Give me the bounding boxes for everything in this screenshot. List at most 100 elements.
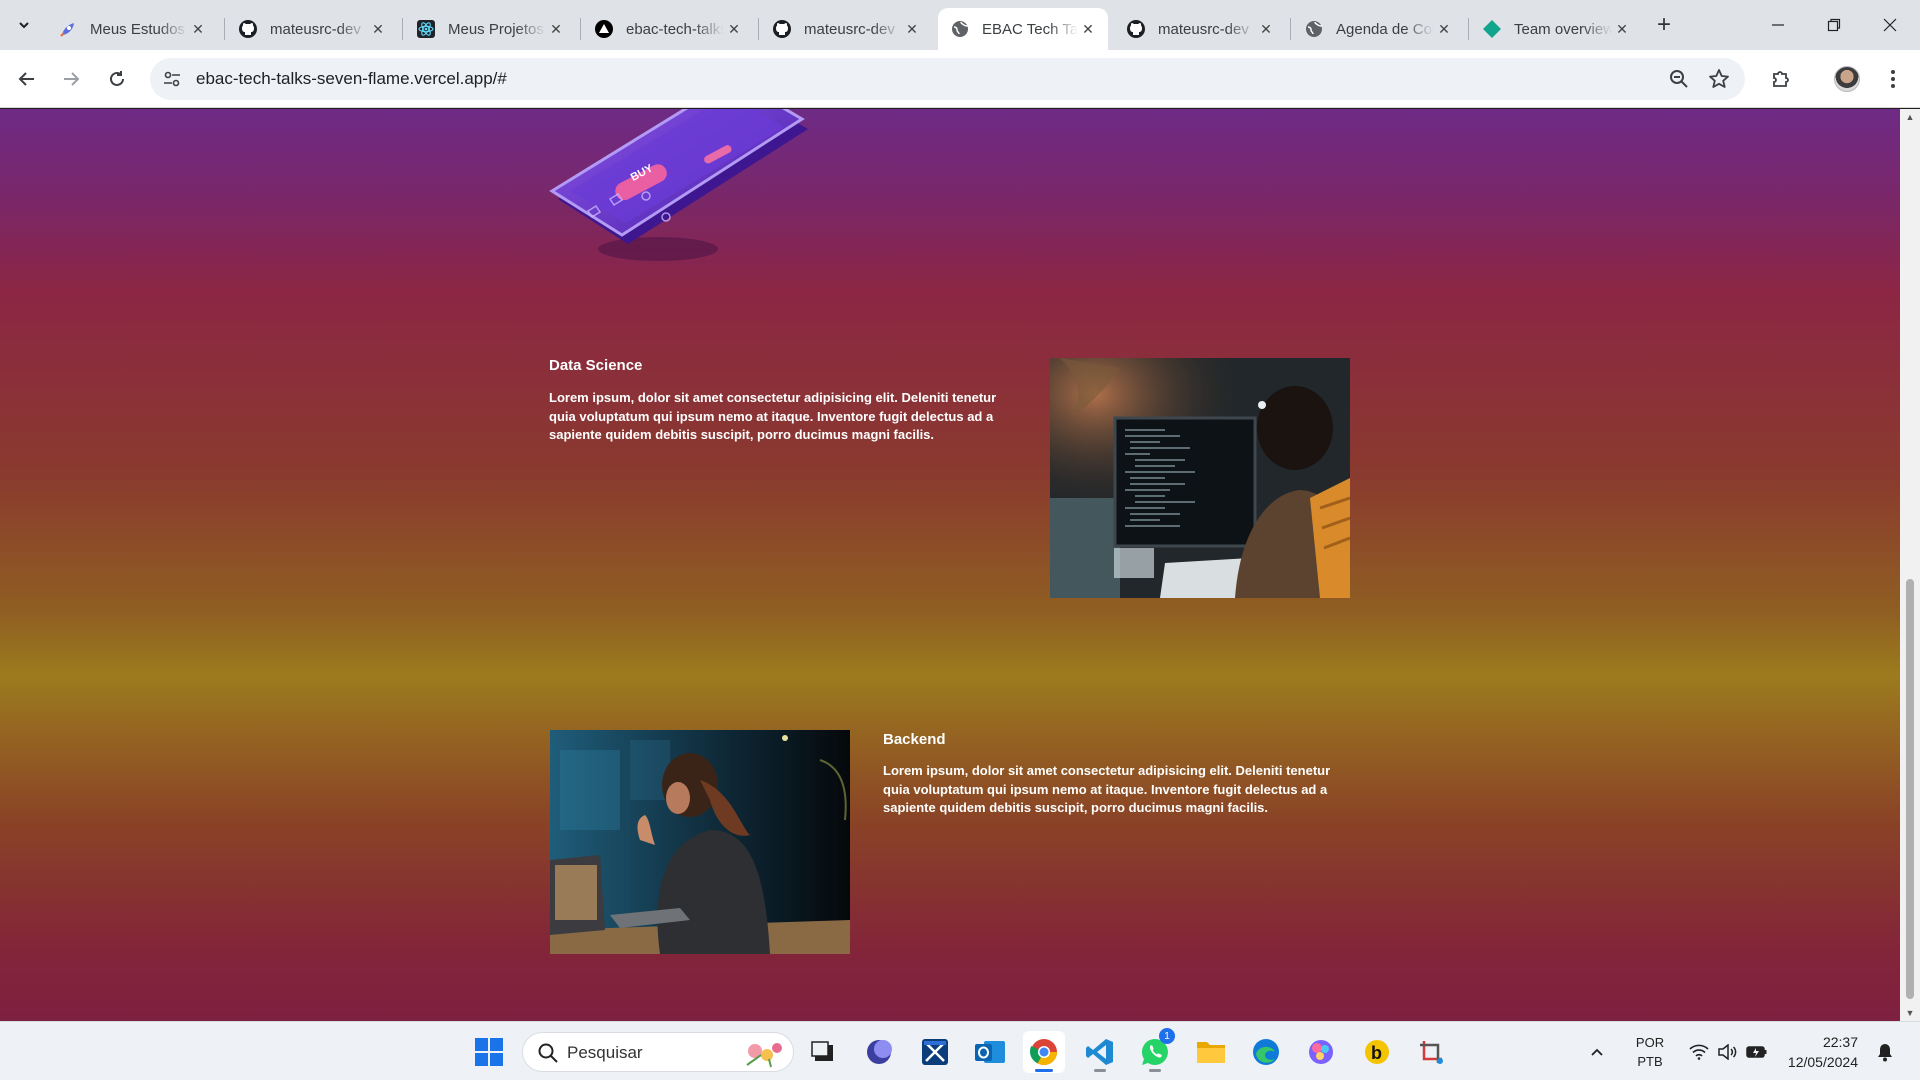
arrow-left-icon bbox=[18, 72, 34, 86]
taskbar-app-b[interactable]: b bbox=[1356, 1031, 1398, 1073]
close-icon[interactable]: ✕ bbox=[1078, 19, 1098, 39]
battery-charging-icon bbox=[1746, 1046, 1767, 1058]
taskbar-app-file-explorer[interactable] bbox=[1190, 1031, 1232, 1073]
reload-button[interactable] bbox=[102, 64, 132, 94]
diamond-icon bbox=[1482, 19, 1502, 39]
clock-date: 12/05/2024 bbox=[1787, 1054, 1858, 1070]
section-text-backend: Lorem ipsum, dolor sit amet consectetur … bbox=[883, 763, 1331, 815]
taskbar-app-snipping[interactable] bbox=[914, 1031, 956, 1073]
taskbar-app-snip-tool[interactable] bbox=[1410, 1031, 1452, 1073]
taskbar-app-whatsapp[interactable]: 1 bbox=[1134, 1028, 1176, 1073]
notifications-button[interactable] bbox=[1872, 1031, 1898, 1073]
taskbar-app-colorful[interactable] bbox=[1300, 1031, 1342, 1073]
tab-meus-estudos[interactable]: Meus Estudos ✕ bbox=[46, 8, 218, 50]
battery-status[interactable] bbox=[1744, 1031, 1770, 1073]
language-line-2: PTB bbox=[1637, 1054, 1663, 1069]
close-icon[interactable]: ✕ bbox=[546, 19, 566, 39]
tab-agenda-de-contatos[interactable]: Agenda de Contatos ✕ bbox=[1292, 8, 1464, 50]
close-icon[interactable]: ✕ bbox=[724, 19, 744, 39]
running-indicator bbox=[1149, 1069, 1161, 1072]
section-title-backend: Backend bbox=[883, 731, 946, 748]
site-info-icon[interactable] bbox=[162, 69, 182, 94]
zoom-icon[interactable] bbox=[1668, 68, 1690, 95]
tab-mateusrc-dev-1[interactable]: mateusrc-dev ✕ bbox=[226, 8, 398, 50]
restore-button[interactable] bbox=[1806, 0, 1862, 50]
taskbar-app-vscode[interactable] bbox=[1079, 1031, 1121, 1073]
scrollbar-thumb[interactable] bbox=[1906, 579, 1914, 999]
close-icon[interactable]: ✕ bbox=[902, 19, 922, 39]
close-icon[interactable]: ✕ bbox=[368, 19, 388, 39]
tab-meus-projetos[interactable]: Meus Projetos ✕ bbox=[404, 8, 576, 50]
wifi-status[interactable] bbox=[1686, 1031, 1712, 1073]
globe-icon bbox=[950, 19, 970, 39]
taskbar-app-moon[interactable] bbox=[858, 1031, 900, 1073]
tab-mateusrc-dev-2[interactable]: mateusrc-dev ✕ bbox=[760, 8, 932, 50]
close-icon[interactable]: ✕ bbox=[188, 19, 208, 39]
volume-status[interactable] bbox=[1714, 1031, 1740, 1073]
bookmark-star-icon[interactable] bbox=[1708, 68, 1730, 95]
scroll-up-arrow-icon[interactable]: ▲ bbox=[1900, 109, 1920, 125]
tab-title: mateusrc-dev bbox=[1158, 20, 1249, 38]
language-line-1: POR bbox=[1635, 1035, 1665, 1050]
close-icon[interactable]: ✕ bbox=[1256, 19, 1276, 39]
vercel-icon bbox=[594, 19, 614, 39]
chevron-up-icon bbox=[1591, 1048, 1603, 1056]
address-bar[interactable]: ebac-tech-talks-seven-flame.vercel.app/# bbox=[150, 58, 1745, 100]
new-tab-button[interactable]: + bbox=[1650, 11, 1678, 39]
tab-title: mateusrc-dev bbox=[270, 20, 361, 38]
arrow-right-icon bbox=[64, 72, 80, 86]
page-scrollbar[interactable]: ▲ ▼ bbox=[1900, 109, 1920, 1021]
profile-avatar[interactable] bbox=[1834, 66, 1860, 92]
globe-icon bbox=[1304, 19, 1324, 39]
minimize-button[interactable] bbox=[1750, 0, 1806, 50]
more-vert-icon bbox=[1891, 70, 1895, 88]
tab-title: Team overview bbox=[1514, 20, 1612, 38]
task-view-icon bbox=[811, 1041, 833, 1061]
tab-separator bbox=[402, 18, 403, 40]
reload-icon bbox=[110, 71, 124, 86]
tab-title: ebac-tech-talks bbox=[626, 20, 724, 38]
taskbar-search[interactable]: Pesquisar bbox=[522, 1032, 794, 1072]
close-icon[interactable]: ✕ bbox=[1434, 19, 1454, 39]
close-icon bbox=[1883, 18, 1897, 32]
bell-icon bbox=[1878, 1044, 1892, 1062]
forward-button[interactable] bbox=[56, 64, 86, 94]
moon-app-icon bbox=[867, 1040, 892, 1064]
tab-title: Meus Projetos bbox=[448, 20, 544, 38]
tray-overflow-button[interactable] bbox=[1580, 1031, 1614, 1073]
extensions-button[interactable] bbox=[1766, 64, 1796, 94]
tab-search-button[interactable] bbox=[10, 11, 38, 39]
folder-icon bbox=[1197, 1042, 1225, 1063]
crop-tool-icon bbox=[1420, 1041, 1443, 1064]
tab-title: EBAC Tech Talks bbox=[982, 20, 1078, 38]
close-icon[interactable]: ✕ bbox=[1612, 19, 1632, 39]
phone-illustration: BUY bbox=[548, 109, 848, 279]
close-window-button[interactable] bbox=[1862, 0, 1918, 50]
search-placeholder: Pesquisar bbox=[567, 1043, 643, 1062]
vscode-icon bbox=[1086, 1039, 1113, 1065]
taskbar-app-chrome[interactable] bbox=[1023, 1031, 1065, 1073]
tab-ebac-tech-talks-vercel[interactable]: ebac-tech-talks ✕ bbox=[582, 8, 754, 50]
taskbar-app-edge[interactable] bbox=[1245, 1031, 1287, 1073]
url-text[interactable]: ebac-tech-talks-seven-flame.vercel.app/# bbox=[196, 69, 507, 89]
back-button[interactable] bbox=[12, 64, 42, 94]
browser-menu-button[interactable] bbox=[1878, 64, 1908, 94]
page-viewport: BUY Data Science Lorem ipsum, dolor sit … bbox=[0, 109, 1920, 1021]
language-indicator[interactable]: POR PTB bbox=[1622, 1033, 1678, 1071]
tab-title: Agenda de Contatos bbox=[1336, 20, 1434, 38]
tab-mateusrc-dev-3[interactable]: mateusrc-dev ✕ bbox=[1114, 8, 1286, 50]
running-indicator bbox=[1094, 1069, 1106, 1072]
system-clock[interactable]: 22:37 12/05/2024 bbox=[1788, 1032, 1858, 1072]
tab-separator bbox=[758, 18, 759, 40]
scroll-down-arrow-icon[interactable]: ▼ bbox=[1900, 1005, 1920, 1021]
rocket-icon bbox=[58, 19, 78, 39]
minimize-icon bbox=[1772, 24, 1784, 26]
tab-strip: Meus Estudos ✕ mateusrc-dev ✕ Meus Proje… bbox=[0, 0, 1920, 50]
tab-separator bbox=[580, 18, 581, 40]
browser-toolbar: ebac-tech-talks-seven-flame.vercel.app/# bbox=[0, 50, 1920, 108]
tab-ebac-tech-talks[interactable]: EBAC Tech Talks ✕ bbox=[938, 8, 1108, 50]
tab-team-overview[interactable]: Team overview ✕ bbox=[1470, 8, 1642, 50]
taskbar-app-outlook[interactable] bbox=[969, 1031, 1011, 1073]
taskbar-task-view[interactable] bbox=[802, 1031, 844, 1073]
start-button[interactable] bbox=[468, 1031, 510, 1073]
